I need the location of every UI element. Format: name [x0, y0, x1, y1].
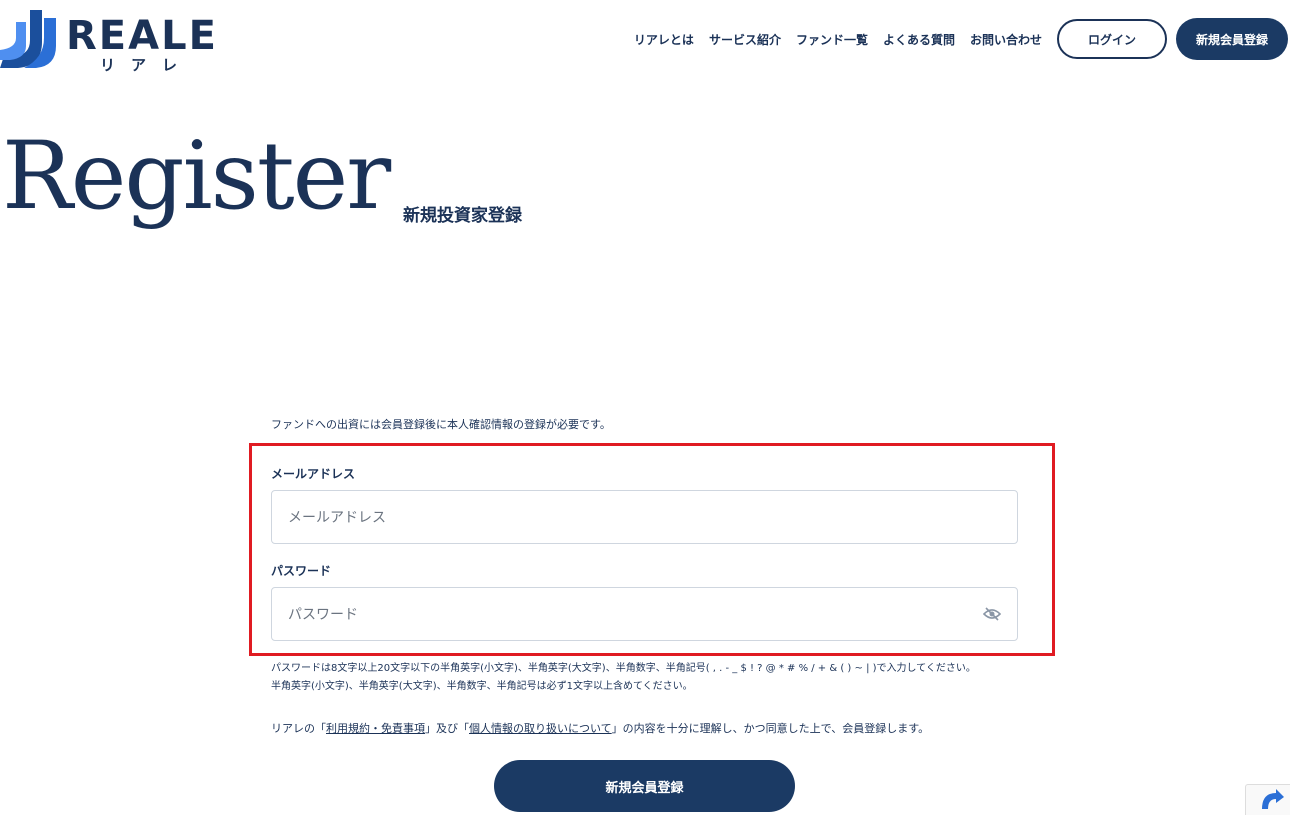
page-subtitle: 新規投資家登録 [403, 206, 522, 226]
email-placeholder: メールアドレス [288, 510, 386, 526]
terms-suffix: 」の内容を十分に理解し、かつ同意した上で、会員登録します。 [611, 722, 930, 735]
nav-about[interactable]: リアレとは [634, 31, 694, 48]
nav-funds[interactable]: ファンド一覧 [796, 31, 868, 48]
password-field[interactable]: パスワード [271, 587, 1018, 641]
password-hint-2: 半角英字(小文字)、半角英字(大文字)、半角数字、半角記号は必ず1文字以上含めて… [271, 681, 693, 692]
top-nav: リアレとは サービス紹介 ファンド一覧 よくある質問 お問い合わせ ログイン 新… [634, 18, 1290, 60]
eye-off-icon[interactable] [983, 606, 1001, 622]
recaptcha-icon [1262, 789, 1284, 809]
page-title: Register [2, 122, 391, 231]
terms-agreement: リアレの「利用規約・免責事項」及び「個人情報の取り扱いについて」の内容を十分に理… [271, 720, 929, 736]
terms-link[interactable]: 利用規約・免責事項 [326, 722, 425, 735]
register-submit-button[interactable]: 新規会員登録 [494, 760, 795, 812]
email-label: メールアドレス [271, 467, 356, 481]
password-label: パスワード [271, 564, 332, 578]
privacy-link[interactable]: 個人情報の取り扱いについて [469, 722, 612, 735]
logo-subtext: リアレ [100, 56, 194, 74]
nav-contact[interactable]: お問い合わせ [970, 31, 1042, 48]
header-register-button[interactable]: 新規会員登録 [1176, 18, 1288, 60]
password-hint-1: パスワードは8文字以上20文字以下の半角英字(小文字)、半角英字(大文字)、半角… [271, 663, 976, 674]
logo-mark-icon [0, 10, 56, 68]
password-placeholder: パスワード [288, 607, 358, 623]
terms-middle: 」及び「 [425, 722, 469, 735]
nav-faq[interactable]: よくある質問 [883, 31, 955, 48]
email-field[interactable]: メールアドレス [271, 490, 1018, 544]
reale-logo[interactable]: REALE リアレ [0, 8, 220, 74]
logo-text: REALE [66, 13, 218, 59]
login-button[interactable]: ログイン [1057, 19, 1167, 59]
recaptcha-badge[interactable] [1245, 784, 1290, 815]
form-notice: ファンドへの出資には会員登録後に本人確認情報の登録が必要です。 [271, 418, 611, 431]
terms-prefix: リアレの「 [271, 722, 326, 735]
nav-services[interactable]: サービス紹介 [709, 31, 781, 48]
